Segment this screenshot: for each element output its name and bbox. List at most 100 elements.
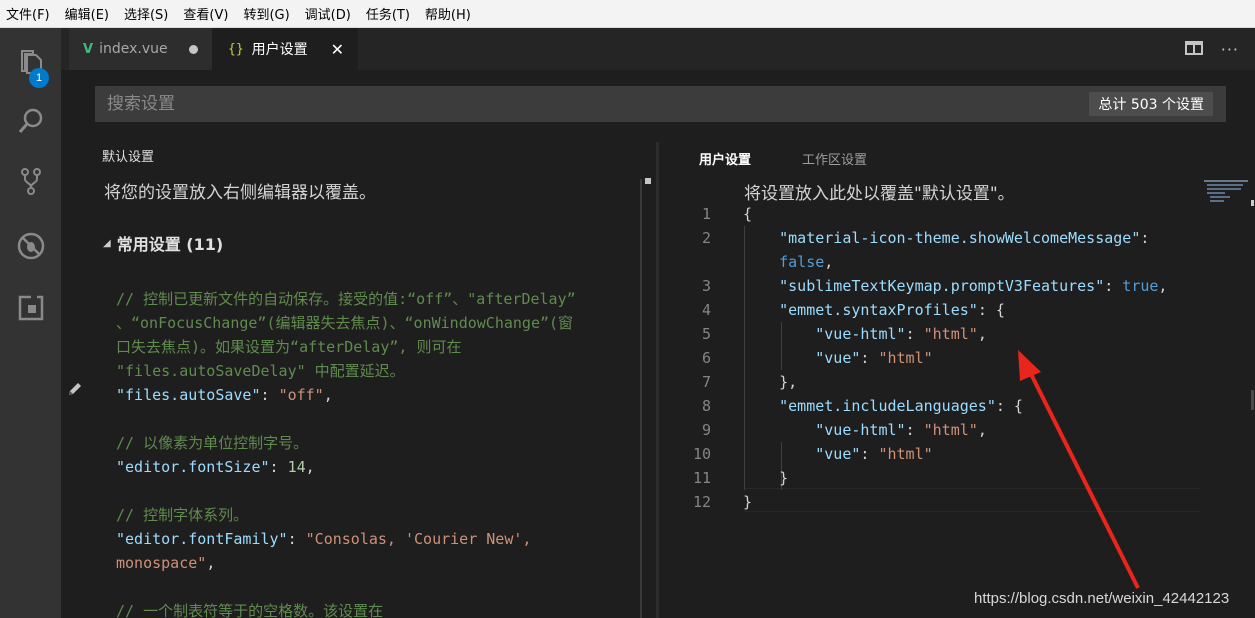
more-actions-icon[interactable]: ··· [1221,40,1239,59]
menu-item[interactable]: 编辑(E) [65,4,109,23]
code-line: // 控制字体系列。 [116,503,576,527]
default-settings-hint: 将您的设置放入右侧编辑器以覆盖。 [104,183,376,203]
line-number: 11 [692,469,711,487]
section-header-common-settings[interactable]: ◢ 常用设置 (11) [103,231,223,255]
activity-bar: 1 [0,28,61,618]
default-settings-title: 默认设置 [102,150,155,165]
section-title: 常用设置 (11) [116,235,224,254]
code-line: 3 "sublimeTextKeymap.promptV3Features": … [659,274,1200,298]
code-line: 11 } [659,466,1200,490]
code-line: 口失去焦点)。如果设置为“afterDelay”, 则可在 [116,335,576,359]
left-scrollbar-thumb[interactable] [645,178,651,184]
code-token: , [977,421,987,439]
menu-item[interactable]: 任务(T) [366,4,410,23]
code-token: : [860,349,879,367]
code-token: "files.autoSaveDelay" 中配置延迟。 [116,362,405,380]
menu-item[interactable]: 选择(S) [124,4,168,23]
code-token: 口失去焦点)。如果设置为“afterDelay”, 则可在 [116,338,462,356]
code-token: false [779,253,825,271]
left-scrollbar-track[interactable] [640,179,642,618]
line-number: 12 [692,493,711,511]
code-line: 8 "emmet.includeLanguages": { [659,394,1200,418]
menu-item[interactable]: 文件(F) [6,4,50,23]
search-view-button[interactable] [0,96,61,146]
code-token: : [905,421,924,439]
user-settings-pane: 用户设置 工作区设置 将设置放入此处以覆盖"默认设置"。 1{2 "materi… [659,132,1255,618]
code-token: // 控制字体系列。 [116,506,249,524]
code-token: "vue-html" [815,421,906,439]
tab-index-vue[interactable]: V index.vue [69,28,212,70]
code-line: 12} [659,490,1200,514]
right-scrollbar-thumb[interactable] [1251,390,1254,410]
line-number: 10 [692,445,711,463]
code-token: } [743,493,753,511]
code-token: : [1104,277,1123,295]
menu-item[interactable]: 调试(D) [305,4,351,23]
tab-workspace-scope[interactable]: 工作区设置 [802,149,867,168]
line-content: "emmet.syntaxProfiles": { [743,298,1005,322]
line-content: "vue-html": "html", [743,418,987,442]
tab-user-settings[interactable]: {} 用户设置 ✕ [212,28,358,70]
tab-bar: V index.vue {} 用户设置 ✕ ··· [61,28,1255,70]
code-line: 9 "vue-html": "html", [659,418,1200,442]
debug-button[interactable] [0,221,61,271]
search-settings-input[interactable] [95,94,1090,114]
edit-pencil-icon[interactable] [66,380,84,398]
unsaved-dot-icon [189,44,198,54]
vue-file-icon: V [83,41,94,57]
right-scrollbar-marker[interactable] [1251,200,1254,206]
code-token: : [269,458,288,476]
extensions-button[interactable] [0,283,61,333]
source-control-button[interactable] [0,156,61,206]
code-line: "editor.fontSize": 14, [116,455,576,479]
code-token: "html" [878,445,933,463]
line-content: "emmet.includeLanguages": { [743,394,1023,418]
line-content: { [743,202,752,226]
code-token: "editor.fontSize" [116,458,270,476]
split-editor-icon[interactable] [1184,40,1203,56]
json-file-icon: {} [228,41,244,57]
user-settings-code[interactable]: 1 {2 "material-icon-theme.showWelcomeMess… [659,202,1200,514]
code-token: : [860,445,879,463]
menu-item[interactable]: 转到(G) [243,4,289,23]
search-icon [18,108,42,133]
line-number: 7 [701,373,711,391]
watermark: https://blog.csdn.net/weixin_42442123 [974,590,1230,607]
code-token: "vue-html" [815,325,906,343]
menu-item[interactable]: 帮助(H) [425,4,471,23]
code-line: "files.autoSave": "off", [116,383,576,407]
code-line: // 以像素为单位控制字号。 [116,431,576,455]
explorer-badge: 1 [29,68,49,88]
code-token: "emmet.syntaxProfiles" [779,301,978,319]
code-line: 4 "emmet.syntaxProfiles": { [659,298,1200,322]
close-icon[interactable]: ✕ [331,40,344,59]
code-line: "editor.fontFamily": "Consolas, 'Courier… [116,527,576,551]
code-token: { [743,205,753,223]
code-token: // 一个制表符等于的空格数。该设置在 [116,602,384,618]
line-number: 1 [701,205,711,223]
source-control-icon [20,168,41,195]
code-token: // 控制已更新文件的自动保存。接受的值:“off”、"afterDelay” [116,290,576,308]
explorer-button[interactable]: 1 [0,36,61,88]
code-token: "material-icon-theme.showWelcomeMessage" [779,229,1141,247]
minimap[interactable] [1204,180,1248,202]
code-line: 、“onFocusChange”(编辑器失去焦点)、“onWindowChang… [116,311,576,335]
code-line: 10 "vue": "html" [659,442,1200,466]
code-token: : [1140,229,1150,247]
menu-item[interactable]: 查看(V) [183,4,228,23]
default-settings-code: // 控制已更新文件的自动保存。接受的值:“off”、"afterDelay” 、… [116,287,576,618]
line-content: } [743,490,752,514]
code-token: "vue" [815,445,861,463]
code-line: 2 "material-icon-theme.showWelcomeMessag… [659,226,1200,250]
code-token: "editor.fontFamily" [116,530,288,548]
line-content: false, [743,250,833,274]
code-token: true [1122,277,1159,295]
tab-user-scope[interactable]: 用户设置 [699,149,751,168]
